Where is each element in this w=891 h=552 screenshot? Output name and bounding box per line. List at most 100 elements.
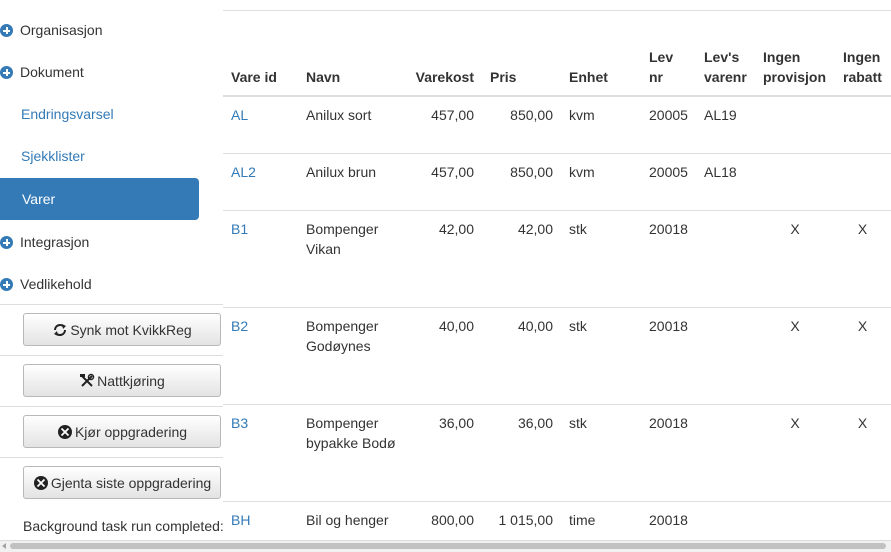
- cell-ingen-provisjon: [755, 500, 835, 540]
- header-line: Ingen: [763, 49, 801, 65]
- sidebar-item-label: Varer: [22, 191, 56, 207]
- cell-ingen-rabatt: [835, 95, 890, 153]
- cell-lev-varenr: [696, 306, 755, 404]
- table-row: AL Anilux sort 457,00 850,00 kvm 20005 A…: [223, 95, 891, 153]
- vare-id-link[interactable]: B2: [231, 318, 248, 334]
- sync-icon: [54, 323, 67, 336]
- cell-varekost: 36,00: [407, 403, 482, 501]
- plus-circle-icon: [0, 236, 13, 249]
- cell-varekost: 457,00: [407, 152, 482, 210]
- header-line: Lev's: [704, 49, 740, 65]
- header-line: nr: [649, 69, 663, 85]
- cell-lev-nr: 20018: [641, 306, 696, 404]
- cell-ingen-rabatt: X: [835, 306, 890, 404]
- nattkjoring-button[interactable]: Nattkjøring: [23, 364, 221, 397]
- sidebar-link-endringsvarsel[interactable]: Endringsvarsel: [21, 93, 114, 135]
- vare-id-link[interactable]: BH: [231, 512, 250, 528]
- header-line: provisjon: [763, 69, 827, 85]
- cell-varekost: 42,00: [407, 209, 482, 307]
- col-header-lev-varenr[interactable]: Lev's varenr: [696, 39, 755, 97]
- cell-ingen-rabatt: [835, 152, 890, 210]
- header-line: rabatt: [843, 69, 882, 85]
- varer-table: Vare id Navn Varekost Pris Enhet Lev nr L…: [223, 39, 891, 540]
- button-label: Nattkjøring: [97, 372, 165, 389]
- cell-pris: 42,00: [482, 209, 561, 307]
- table-row: B2 Bompenger Godøynes 40,00 40,00 stk 20…: [223, 306, 891, 404]
- button-row: Synk mot KvikkReg: [0, 304, 223, 355]
- button-row: Gjenta siste oppgradering: [0, 457, 223, 508]
- col-header-varekost[interactable]: Varekost: [407, 39, 482, 97]
- cell-lev-varenr: [696, 209, 755, 307]
- cell-lev-varenr: AL19: [696, 95, 755, 153]
- button-label: Synk mot KvikkReg: [70, 321, 192, 338]
- plus-circle-icon: [0, 278, 13, 291]
- cell-enhet: stk: [561, 209, 641, 307]
- cell-lev-nr: 20005: [641, 152, 696, 210]
- cell-varekost: 40,00: [407, 306, 482, 404]
- button-label: Gjenta siste oppgradering: [50, 474, 212, 491]
- cell-ingen-provisjon: [755, 152, 835, 210]
- tools-icon: [80, 373, 95, 387]
- cell-navn: Bompenger bypakke Bodø: [298, 403, 407, 501]
- col-header-navn[interactable]: Navn: [298, 39, 407, 97]
- cell-lev-varenr: [696, 500, 755, 540]
- col-header-vare-id[interactable]: Vare id: [223, 39, 298, 97]
- cell-varekost: 800,00: [407, 500, 482, 540]
- col-header-pris[interactable]: Pris: [482, 39, 561, 97]
- scroll-left-icon[interactable]: [2, 543, 6, 549]
- cell-lev-nr: 20005: [641, 95, 696, 153]
- cell-ingen-provisjon: X: [755, 306, 835, 404]
- sync-kvikkreg-button[interactable]: Synk mot KvikkReg: [23, 313, 221, 346]
- cell-enhet: stk: [561, 403, 641, 501]
- table-row: BH Bil og henger 800,00 1 015,00 time 20…: [223, 500, 891, 540]
- cell-navn: Anilux brun: [298, 152, 407, 210]
- vare-id-link[interactable]: AL2: [231, 164, 256, 180]
- vare-id-link[interactable]: B1: [231, 221, 248, 237]
- main-content: Vare id Navn Varekost Pris Enhet Lev nr L…: [223, 0, 891, 540]
- cell-ingen-provisjon: [755, 95, 835, 153]
- table-header-row: Vare id Navn Varekost Pris Enhet Lev nr L…: [223, 39, 891, 97]
- horizontal-scrollbar[interactable]: [0, 540, 891, 552]
- cell-pris: 850,00: [482, 95, 561, 153]
- sidebar-item-label: Integrasjon: [20, 234, 90, 250]
- cell-ingen-rabatt: [835, 500, 890, 540]
- cell-varekost: 457,00: [407, 95, 482, 153]
- col-header-enhet[interactable]: Enhet: [561, 39, 641, 97]
- wrench-circle-icon: [33, 475, 48, 490]
- cell-lev-nr: 20018: [641, 500, 696, 540]
- background-task-status: Background task run completed:: [23, 518, 224, 534]
- cell-navn: Anilux sort: [298, 95, 407, 153]
- cell-enhet: kvm: [561, 95, 641, 153]
- table-row: B1 Bompenger Vikan 42,00 42,00 stk 20018…: [223, 209, 891, 307]
- cell-pris: 850,00: [482, 152, 561, 210]
- sidebar-item-varer-active[interactable]: Varer: [0, 178, 199, 220]
- col-header-ingen-rabatt[interactable]: Ingen rabatt: [835, 39, 890, 97]
- sidebar: Organisasjon Dokument Endringsvarsel Sje…: [0, 0, 224, 540]
- cell-ingen-rabatt: X: [835, 403, 890, 501]
- cell-enhet: kvm: [561, 152, 641, 210]
- button-row: Nattkjøring: [0, 355, 223, 406]
- header-line: varenr: [704, 69, 747, 85]
- cell-lev-nr: 20018: [641, 403, 696, 501]
- divider: [223, 10, 891, 11]
- sidebar-item-label: Vedlikehold: [20, 276, 92, 292]
- sidebar-item-label: Dokument: [20, 64, 84, 80]
- vare-id-link[interactable]: B3: [231, 415, 248, 431]
- kjor-oppgradering-button[interactable]: Kjør oppgradering: [23, 415, 221, 448]
- sidebar-link-sjekklister[interactable]: Sjekklister: [21, 135, 85, 177]
- cell-enhet: stk: [561, 306, 641, 404]
- cell-navn: Bompenger Godøynes: [298, 306, 407, 404]
- table-row: B3 Bompenger bypakke Bodø 36,00 36,00 st…: [223, 403, 891, 501]
- button-row: Kjør oppgradering: [0, 406, 223, 457]
- cell-ingen-rabatt: X: [835, 209, 890, 307]
- cell-ingen-provisjon: X: [755, 403, 835, 501]
- cell-lev-nr: 20018: [641, 209, 696, 307]
- col-header-lev-nr[interactable]: Lev nr: [641, 39, 696, 97]
- vare-id-link[interactable]: AL: [231, 107, 248, 123]
- header-line: Lev: [649, 49, 674, 65]
- col-header-ingen-provisjon[interactable]: Ingen provisjon: [755, 39, 835, 97]
- table-row: AL2 Anilux brun 457,00 850,00 kvm 20005 …: [223, 152, 891, 210]
- scrollbar-thumb[interactable]: [10, 543, 886, 549]
- gjenta-oppgradering-button[interactable]: Gjenta siste oppgradering: [23, 466, 221, 499]
- cell-enhet: time: [561, 500, 641, 540]
